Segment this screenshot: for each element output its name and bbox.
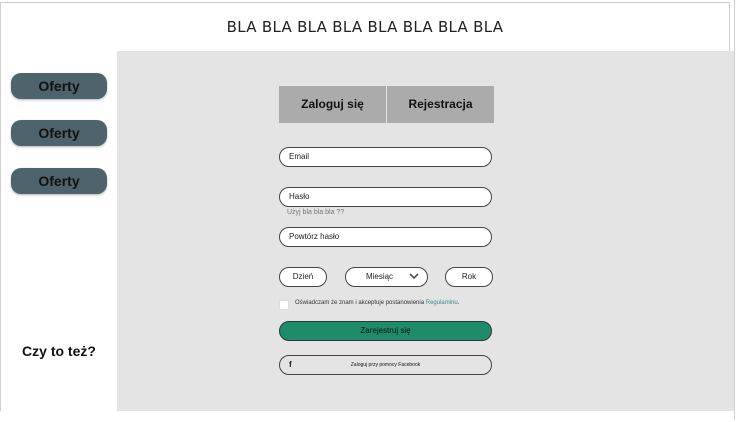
day-field[interactable]: Dzień [279,267,327,287]
page-header: BLA BLA BLA BLA BLA BLA BLA BLA [0,2,730,52]
header-title: BLA BLA BLA BLA BLA BLA BLA BLA [226,18,504,36]
tab-register[interactable]: Rejestracja [387,86,494,123]
password-hint: Użyj bla bla bla ?? [287,209,345,216]
consent-text: Oświadczam że znam i akceptuje postanowi… [295,300,459,306]
year-field[interactable]: Rok [445,267,493,287]
repeat-password-field[interactable]: Powtórz hasło [279,227,492,247]
chevron-down-icon [409,273,419,280]
month-select-label: Miesiąc [365,272,394,281]
email-field[interactable]: Email [279,147,492,167]
main-panel: Zaloguj się Rejestracja Email Hasło Użyj… [117,51,734,411]
password-field[interactable]: Hasło [279,187,492,207]
sidebar-question: Czy to też? [22,343,96,359]
terms-link[interactable]: Regulaminu [426,300,458,306]
consent-dot: . [457,300,460,306]
sidebar-item-oferty-3[interactable]: Oferty [11,168,107,194]
facebook-icon: f [289,360,292,369]
consent-checkbox[interactable] [279,300,289,310]
sidebar: Oferty Oferty Oferty Czy to też? [0,51,118,411]
sidebar-item-oferty-2[interactable]: Oferty [11,120,107,146]
facebook-login-label: Zaloguj przy pomocy Facebook [350,362,421,368]
sidebar-item-oferty-1[interactable]: Oferty [11,73,107,99]
consent-label: Oświadczam że znam i akceptuje postanowi… [295,300,425,306]
facebook-login-button[interactable]: f Zaloguj przy pomocy Facebook [279,355,492,375]
tab-login[interactable]: Zaloguj się [279,86,386,123]
month-select[interactable]: Miesiąc [345,267,428,287]
register-button[interactable]: Zarejestruj się [279,321,492,341]
